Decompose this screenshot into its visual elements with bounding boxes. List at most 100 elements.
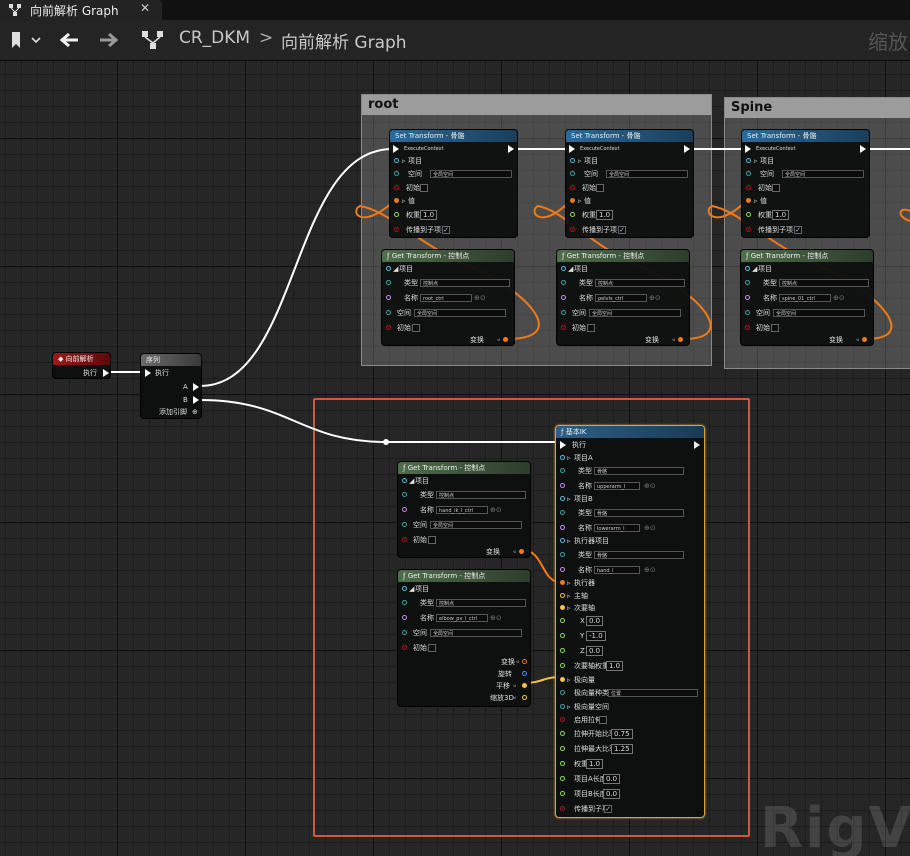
initial-checkbox[interactable]	[772, 184, 780, 192]
exec-pin[interactable]	[745, 145, 751, 153]
vector-pin[interactable]	[522, 695, 527, 700]
space-pin[interactable]	[561, 310, 566, 315]
key-pin[interactable]	[402, 478, 407, 483]
breadcrumb-asset[interactable]: CR_DKM	[179, 28, 250, 48]
expand-icon[interactable]: ▹	[567, 493, 571, 505]
float-pin[interactable]	[746, 212, 751, 217]
collapse-icon[interactable]: ◢	[752, 263, 757, 275]
transform-pin[interactable]	[503, 337, 508, 342]
expand-icon[interactable]: ◃	[516, 656, 519, 668]
initial-checkbox[interactable]	[587, 324, 595, 332]
expand-icon[interactable]: ▹	[567, 535, 571, 547]
space-pin[interactable]	[745, 310, 750, 315]
float-pin[interactable]	[394, 212, 399, 217]
exec-pin[interactable]	[193, 383, 199, 391]
initial-checkbox[interactable]	[420, 184, 428, 192]
browse-icon[interactable]: ⊕⊙	[490, 612, 502, 624]
space-pin[interactable]	[560, 704, 565, 709]
type-pin[interactable]	[402, 492, 407, 497]
space-dropdown[interactable]: 全局空间	[430, 521, 522, 529]
expand-icon[interactable]: ▹	[567, 452, 571, 464]
forward-arrow-icon[interactable]	[96, 28, 120, 52]
set-transform-node[interactable]: Set Transform - 骨骼 ExecuteContext ▹ 项目 空间…	[741, 129, 870, 238]
browse-icon[interactable]: ⊕⊙	[490, 504, 502, 516]
space-pin[interactable]	[394, 171, 399, 176]
number-field[interactable]: 1.0	[606, 661, 624, 671]
browse-icon[interactable]: ⊕⊙	[644, 564, 656, 576]
breadcrumb-graph[interactable]: 向前解析 Graph	[281, 28, 407, 53]
name-pin[interactable]	[560, 525, 565, 530]
key-pin[interactable]	[560, 538, 565, 543]
space-dropdown[interactable]: 全局空间	[782, 170, 864, 178]
type-pin[interactable]	[386, 280, 391, 285]
expand-icon[interactable]: ▹	[567, 674, 571, 686]
float-pin[interactable]	[560, 776, 565, 781]
expand-icon[interactable]: ▹	[578, 195, 582, 207]
weight-field[interactable]: 1.0	[420, 210, 438, 220]
value-dropdown[interactable]: 位置	[608, 689, 698, 697]
key-pin[interactable]	[402, 586, 407, 591]
name-pin[interactable]	[402, 507, 407, 512]
exec-pin[interactable]	[694, 441, 700, 449]
name-dropdown[interactable]: elbow_pv_l_ctrl	[436, 614, 488, 622]
value-dropdown[interactable]: upperarm_l	[594, 482, 640, 490]
collapse-icon[interactable]: ◢	[393, 263, 398, 275]
key-pin[interactable]	[561, 266, 566, 271]
space-dropdown[interactable]: 全局空间	[430, 170, 512, 178]
expand-icon[interactable]: ◃	[513, 692, 516, 704]
bool-pin[interactable]	[560, 717, 565, 722]
transform-pin[interactable]	[746, 198, 751, 203]
event-node-forward-solve[interactable]: ◆ 向前解析 执行	[52, 352, 111, 379]
get-transform-node[interactable]: ƒ Get Transform - 控制点 ◢ 项目 类型 控制点 名称 elbow_…	[397, 569, 531, 707]
float-pin[interactable]	[560, 648, 565, 653]
number-field[interactable]: 1.0	[586, 759, 604, 769]
exec-pin[interactable]	[393, 145, 399, 153]
checkbox[interactable]	[599, 716, 607, 724]
name-pin[interactable]	[560, 483, 565, 488]
expand-icon[interactable]: ▹	[567, 701, 571, 713]
transform-pin[interactable]	[522, 659, 527, 664]
bool-pin[interactable]	[402, 537, 407, 542]
key-pin[interactable]	[570, 158, 575, 163]
type-dropdown[interactable]: 控制点	[420, 279, 510, 287]
float-pin[interactable]	[560, 731, 565, 736]
get-transform-node[interactable]: ƒ Get Transform - 控制点 ◢ 项目 类型 控制点 名称 root_c…	[381, 249, 515, 346]
float-pin[interactable]	[560, 761, 565, 766]
name-pin[interactable]	[745, 295, 750, 300]
number-field[interactable]: 0.0	[603, 789, 621, 799]
exec-pin[interactable]	[560, 441, 566, 449]
transform-pin[interactable]	[394, 198, 399, 203]
exec-pin[interactable]	[193, 396, 199, 404]
propagate-checkbox[interactable]: ✓	[442, 226, 450, 234]
expand-icon[interactable]: ◃	[497, 334, 500, 346]
vectorfill-pin[interactable]	[560, 605, 565, 610]
bool-pin[interactable]	[746, 185, 751, 190]
name-dropdown[interactable]: pelvis_ctrl	[595, 294, 647, 302]
float-pin[interactable]	[560, 791, 565, 796]
exec-pin[interactable]	[569, 145, 575, 153]
space-pin[interactable]	[746, 171, 751, 176]
vectorfill-pin[interactable]	[560, 677, 565, 682]
float-pin[interactable]	[560, 618, 565, 623]
collapse-icon[interactable]: ◢	[568, 263, 573, 275]
browse-icon[interactable]: ⊕⊙	[649, 292, 661, 304]
name-dropdown[interactable]: hand_ik_l_ctrl	[436, 506, 488, 514]
name-pin[interactable]	[386, 295, 391, 300]
type-pin[interactable]	[402, 600, 407, 605]
browse-icon[interactable]: ⊕⊙	[644, 522, 656, 534]
transform-pin[interactable]	[678, 337, 683, 342]
number-field[interactable]: 1.25	[611, 744, 633, 754]
float-pin[interactable]	[560, 663, 565, 668]
add-icon[interactable]: ⊕	[192, 406, 198, 418]
expand-icon[interactable]: ◃	[513, 680, 516, 692]
name-dropdown[interactable]: root_ctrl	[420, 294, 472, 302]
key-pin[interactable]	[560, 455, 565, 460]
type-pin[interactable]	[561, 280, 566, 285]
exec-pin[interactable]	[508, 145, 514, 153]
expand-icon[interactable]: ◃	[513, 546, 516, 558]
vector-pin[interactable]	[560, 593, 565, 598]
get-transform-node[interactable]: ƒ Get Transform - 控制点 ◢ 项目 类型 控制点 名称 hand_i…	[397, 461, 531, 558]
weight-field[interactable]: 1.0	[596, 210, 614, 220]
value-dropdown[interactable]: 骨骼	[594, 509, 684, 517]
checkbox[interactable]: ✓	[604, 805, 612, 813]
